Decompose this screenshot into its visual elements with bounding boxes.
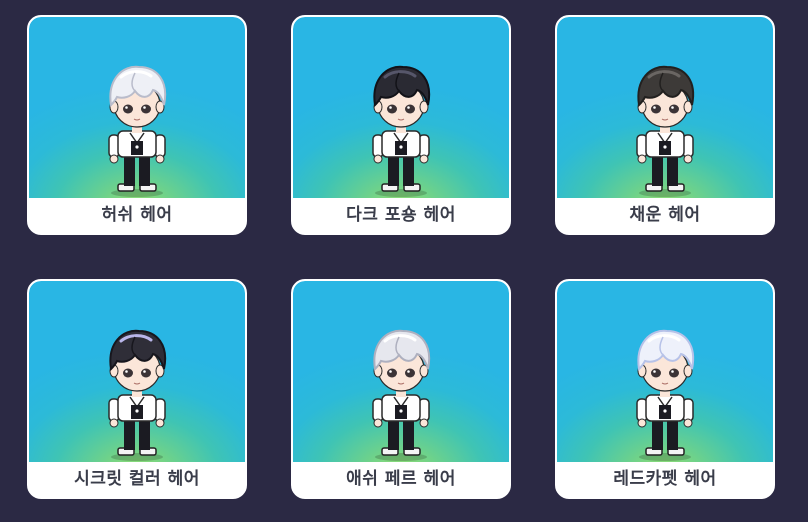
character-sprite [108, 329, 167, 461]
hair-name-label: 허쉬 헤어 [101, 205, 173, 225]
right-leg [403, 153, 414, 186]
right-eye [141, 368, 151, 378]
hair-name-label: 애쉬 페르 헤어 [346, 469, 456, 489]
right-eye-shine [407, 106, 410, 109]
right-eye-shine [407, 370, 410, 373]
hair-card-2[interactable]: 다크 포숑 헤어 [291, 15, 511, 235]
hair-name-label: 채운 헤어 [629, 205, 701, 225]
hair-name-label: 다크 포숑 헤어 [346, 205, 456, 225]
left-leg [388, 417, 399, 450]
character-sprite [636, 329, 695, 461]
left-eye-shine [389, 370, 392, 373]
hair-preview-area [29, 281, 245, 462]
hair-card-6[interactable]: 레드카펫 헤어 [555, 279, 775, 499]
shirt-button [663, 145, 667, 149]
right-eye [669, 368, 679, 378]
hair-card-1[interactable]: 허쉬 헤어 [27, 15, 247, 235]
shirt-button [663, 409, 667, 413]
right-hand [155, 418, 165, 428]
right-eye [405, 368, 415, 378]
left-hand [637, 418, 647, 428]
character-sprite [108, 65, 167, 197]
left-eye [387, 104, 397, 114]
left-hand [637, 154, 647, 164]
left-eye-shine [653, 106, 656, 109]
left-leg [652, 417, 663, 450]
left-eye-shine [389, 106, 392, 109]
right-eye-shine [143, 370, 146, 373]
left-eye-shine [125, 106, 128, 109]
right-leg [139, 153, 150, 186]
hair-preview-area [29, 17, 245, 198]
right-eye [405, 104, 415, 114]
left-hand [373, 154, 383, 164]
right-eye-shine [143, 106, 146, 109]
left-leg [124, 153, 135, 186]
left-hand [109, 418, 119, 428]
right-hand [155, 154, 165, 164]
left-leg [652, 153, 663, 186]
left-eye [123, 104, 133, 114]
right-leg [667, 417, 678, 450]
right-leg [667, 153, 678, 186]
right-hand [419, 418, 429, 428]
left-leg [124, 417, 135, 450]
right-leg [403, 417, 414, 450]
hair-grid: 허쉬 헤어 다크 포숑 헤어 채운 헤어 시크릿 컬러 헤어 애쉬 페르 헤어 … [0, 0, 808, 522]
hair-card-5[interactable]: 애쉬 페르 헤어 [291, 279, 511, 499]
left-eye [123, 368, 133, 378]
hair-preview-area [293, 17, 509, 198]
right-eye-shine [671, 106, 674, 109]
shirt-button [399, 145, 403, 149]
right-eye [141, 104, 151, 114]
right-eye [669, 104, 679, 114]
left-hand [373, 418, 383, 428]
shirt-button [399, 409, 403, 413]
hair-name-label: 시크릿 컬러 헤어 [74, 469, 200, 489]
hair-preview-area [293, 281, 509, 462]
hair-name-label: 레드카펫 헤어 [613, 469, 717, 489]
left-eye [387, 368, 397, 378]
right-eye-shine [671, 370, 674, 373]
shirt-button [135, 145, 139, 149]
right-hand [683, 418, 693, 428]
left-eye-shine [653, 370, 656, 373]
left-eye [651, 368, 661, 378]
hair-card-3[interactable]: 채운 헤어 [555, 15, 775, 235]
right-leg [139, 417, 150, 450]
character-sprite [372, 329, 431, 461]
left-leg [388, 153, 399, 186]
right-hand [683, 154, 693, 164]
character-sprite [636, 65, 695, 197]
hair-preview-area [557, 17, 773, 198]
character-sprite [372, 65, 431, 197]
right-hand [419, 154, 429, 164]
hair-preview-area [557, 281, 773, 462]
shirt-button [135, 409, 139, 413]
left-eye-shine [125, 370, 128, 373]
hair-card-4[interactable]: 시크릿 컬러 헤어 [27, 279, 247, 499]
left-eye [651, 104, 661, 114]
left-hand [109, 154, 119, 164]
